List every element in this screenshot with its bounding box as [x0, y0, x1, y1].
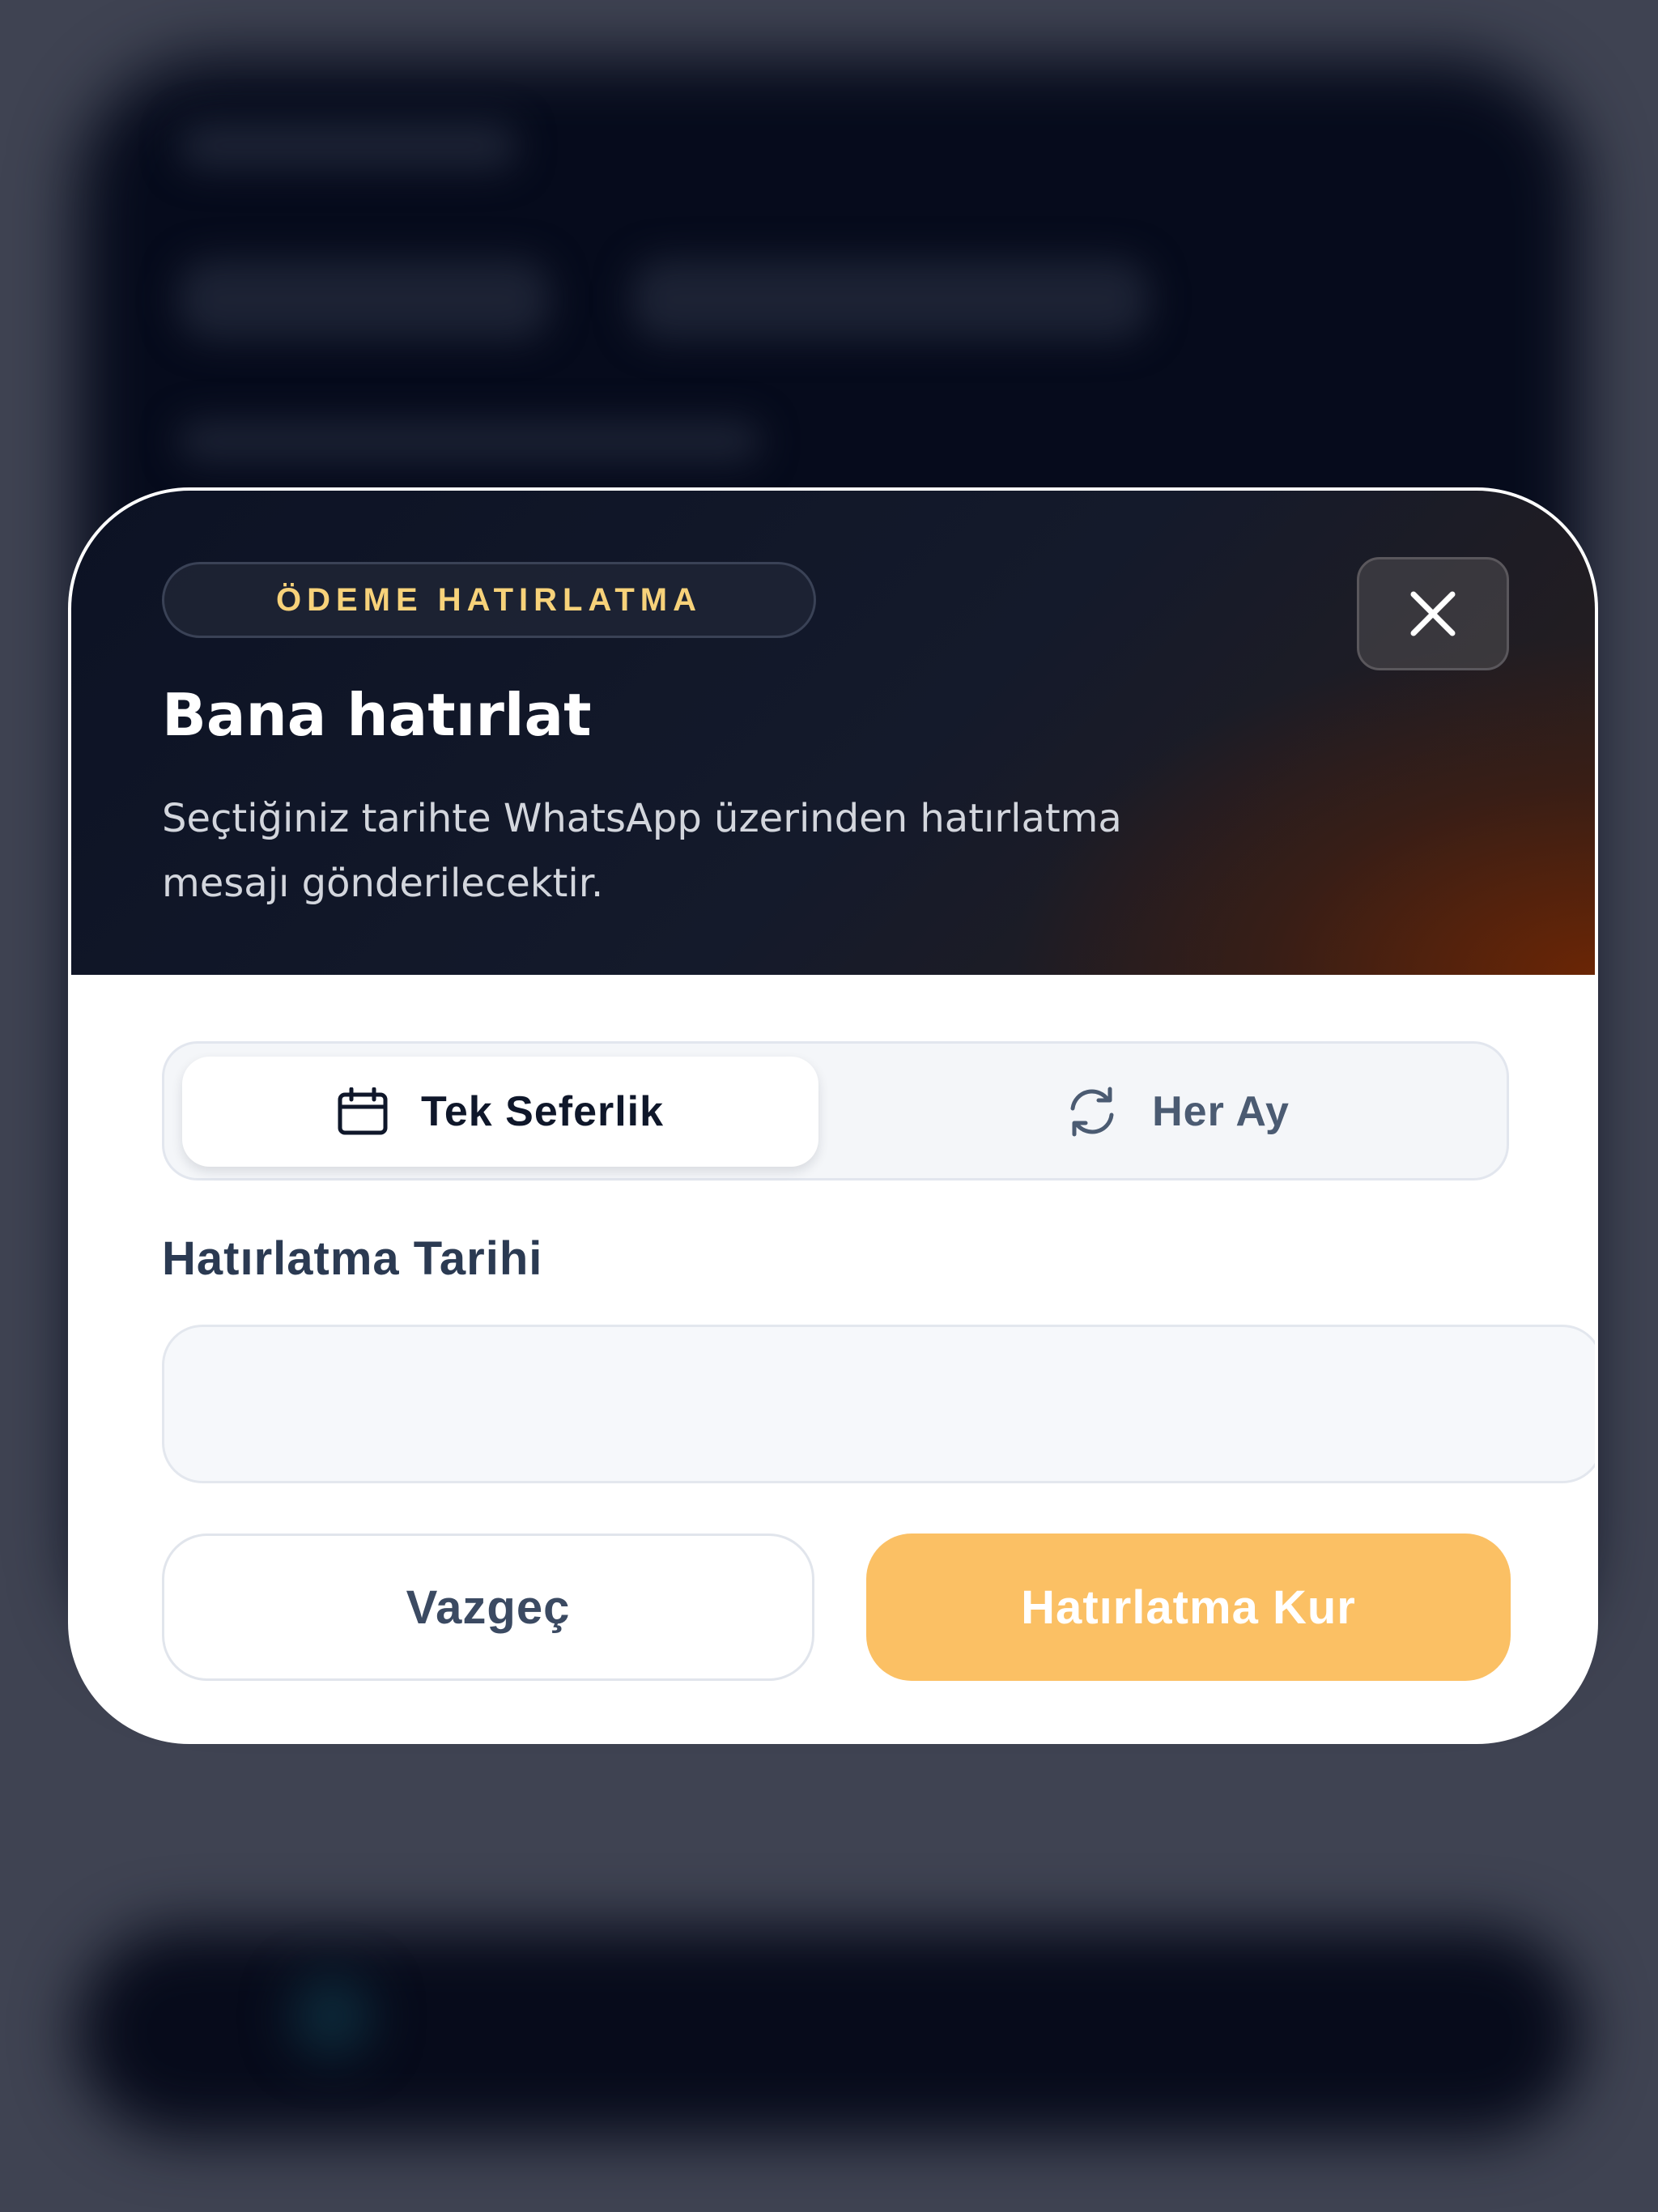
reminder-date-input[interactable] — [162, 1325, 1595, 1483]
one-time-option[interactable]: Tek Seferlik — [182, 1057, 818, 1167]
close-icon — [1410, 591, 1456, 636]
payment-reminder-badge: ÖDEME HATIRLATMA — [162, 562, 816, 638]
monthly-label: Her Ay — [1152, 1088, 1290, 1135]
reminder-modal: ÖDEME HATIRLATMA Bana hatırlat Seçtiğini… — [68, 487, 1598, 1744]
background-blur-dot — [291, 1976, 372, 2057]
close-button[interactable] — [1357, 557, 1509, 670]
monthly-option[interactable]: Her Ay — [859, 1057, 1495, 1167]
cancel-button[interactable]: Vazgeç — [162, 1534, 814, 1681]
reminder-date-label: Hatırlatma Tarihi — [162, 1232, 543, 1285]
frequency-segmented-control: Tek Seferlik Her Ay — [162, 1041, 1509, 1180]
modal-header: ÖDEME HATIRLATMA Bana hatırlat Seçtiğini… — [71, 491, 1595, 975]
background-blur-block — [631, 259, 1150, 340]
background-blur-block — [178, 259, 551, 340]
background-blur-block — [178, 421, 761, 462]
one-time-label: Tek Seferlik — [420, 1088, 665, 1135]
calendar-icon — [337, 1087, 389, 1136]
set-reminder-button[interactable]: Hatırlatma Kur — [866, 1534, 1511, 1681]
refresh-icon — [1065, 1086, 1120, 1138]
modal-title: Bana hatırlat — [162, 681, 592, 749]
background-blur-block — [178, 121, 518, 170]
modal-description: Seçtiğiniz tarihte WhatsApp üzerinden ha… — [162, 796, 1122, 906]
